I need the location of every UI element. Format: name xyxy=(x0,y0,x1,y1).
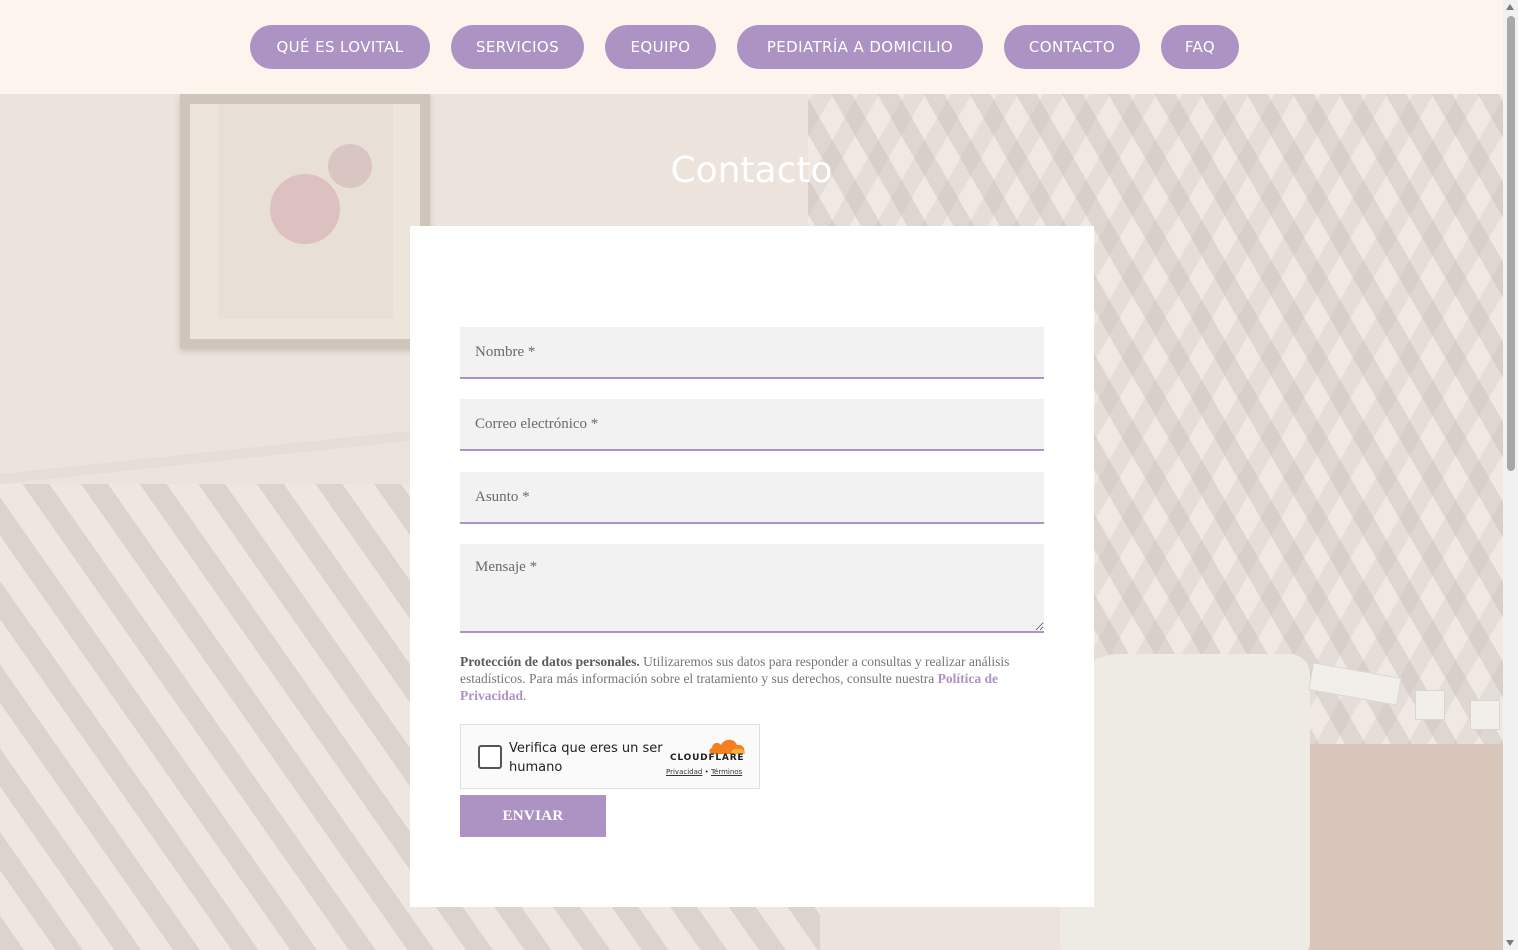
wall-switch xyxy=(1415,690,1445,720)
captcha-privacy-link[interactable]: Privacidad xyxy=(666,768,702,776)
nav-item-que-es-lovital[interactable]: QUÉ ES LOVITAL xyxy=(250,25,430,69)
framed-artwork xyxy=(180,94,430,349)
nav-item-equipo[interactable]: EQUIPO xyxy=(605,25,716,69)
message-textarea[interactable] xyxy=(460,544,1044,633)
email-input[interactable] xyxy=(460,399,1044,451)
name-input[interactable] xyxy=(460,327,1044,379)
captcha-links: Privacidad • Términos xyxy=(666,768,743,776)
privacy-notice-title: Protección de datos personales. xyxy=(460,654,640,669)
submit-button[interactable]: ENVIAR xyxy=(460,795,606,837)
subject-input[interactable] xyxy=(460,472,1044,524)
captcha-label: Verifica que eres un ser humano xyxy=(509,741,663,775)
page-title: Contacto xyxy=(670,150,833,191)
scroll-down-arrow-icon[interactable] xyxy=(1506,940,1514,946)
exam-bed xyxy=(1060,654,1310,950)
scroll-up-arrow-icon[interactable] xyxy=(1506,4,1514,10)
captcha-checkbox[interactable] xyxy=(478,745,502,769)
wall-switch xyxy=(1470,700,1500,730)
nav-item-servicios[interactable]: SERVICIOS xyxy=(451,25,584,69)
turnstile-captcha: Verifica que eres un ser humano CLOUDFLA… xyxy=(460,724,760,789)
contact-form-card: Protección de datos personales. Utilizar… xyxy=(410,226,1094,907)
nav-item-faq[interactable]: FAQ xyxy=(1161,25,1239,69)
cloudflare-logo-text: CLOUDFLARE xyxy=(670,753,745,763)
chair-rail xyxy=(0,430,419,484)
top-nav: QUÉ ES LOVITAL SERVICIOS EQUIPO PEDIATRÍ… xyxy=(0,0,1503,94)
page-scrollbar[interactable] xyxy=(1503,0,1518,950)
nav-item-contacto[interactable]: CONTACTO xyxy=(1004,25,1140,69)
captcha-terms-link[interactable]: Términos xyxy=(711,768,742,776)
nav-item-pediatria-a-domicilio[interactable]: PEDIATRÍA A DOMICILIO xyxy=(737,25,983,69)
privacy-notice: Protección de datos personales. Utilizar… xyxy=(460,654,1010,703)
scrollbar-thumb[interactable] xyxy=(1507,16,1515,471)
